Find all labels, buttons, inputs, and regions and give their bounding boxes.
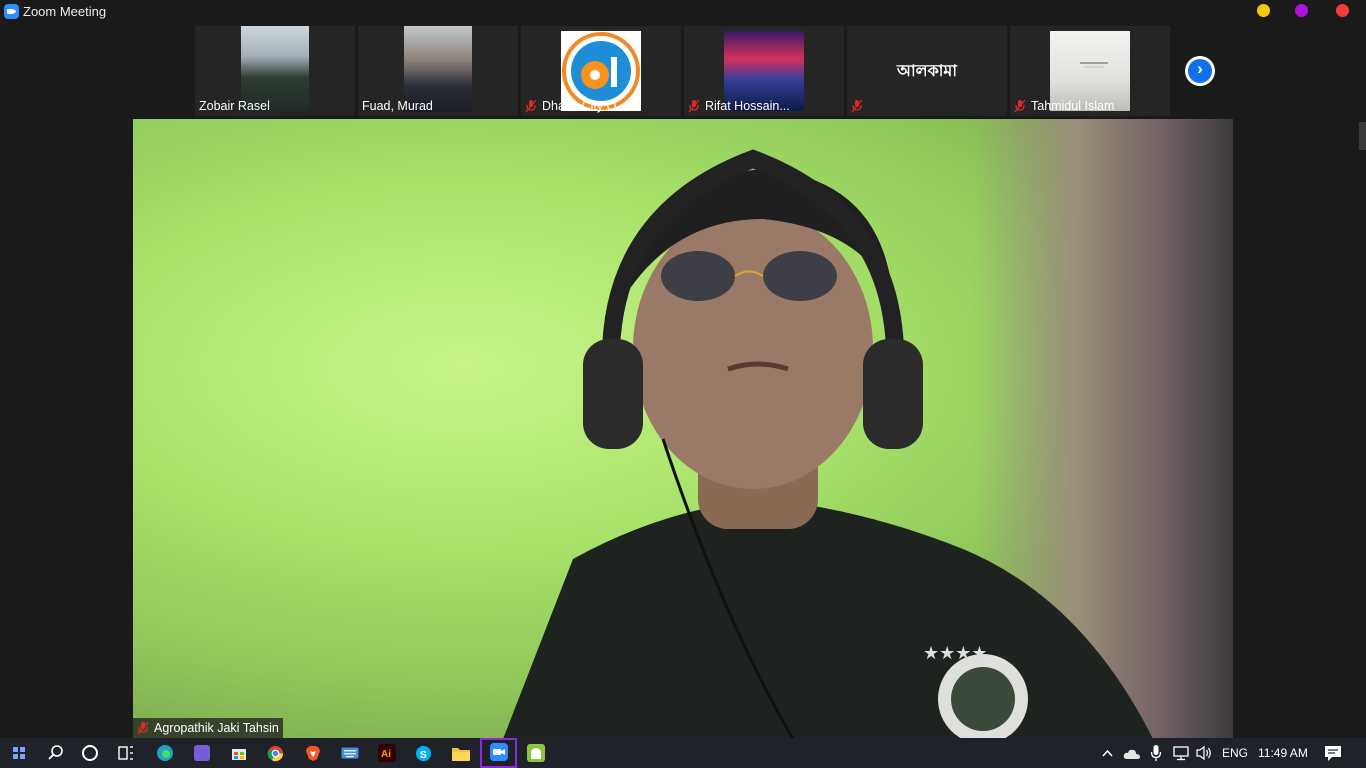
skype-taskbar-item[interactable]: S xyxy=(405,738,442,768)
search-button[interactable] xyxy=(37,738,74,768)
task-view-icon xyxy=(117,746,133,760)
brave-taskbar-item[interactable] xyxy=(294,738,331,768)
microphone-icon xyxy=(1150,745,1162,761)
mic-muted-icon xyxy=(688,99,700,113)
participant-name: Tahmidul Islam xyxy=(1031,99,1115,113)
volume-tray-icon[interactable] xyxy=(1195,745,1213,766)
speaker-icon xyxy=(1196,745,1211,761)
edge-taskbar-item[interactable] xyxy=(146,738,183,768)
participant-name-bar: Rifat Hossain... xyxy=(684,96,794,116)
side-panel-handle[interactable] xyxy=(1359,122,1366,150)
cortana-icon xyxy=(81,745,98,761)
brave-icon xyxy=(305,745,320,761)
zoom-taskbar-item[interactable] xyxy=(480,738,517,768)
chrome-taskbar-item[interactable] xyxy=(257,738,294,768)
active-speaker-video[interactable]: ★★★★ xyxy=(133,119,1233,738)
android-app-icon xyxy=(526,744,545,762)
keyboard-icon xyxy=(341,747,358,759)
network-tray-icon[interactable] xyxy=(1172,745,1190,766)
mic-muted-icon xyxy=(525,99,537,113)
store-icon xyxy=(231,749,246,760)
notifications-icon xyxy=(1325,746,1341,761)
mic-muted-icon xyxy=(1014,99,1026,113)
start-button[interactable] xyxy=(0,738,37,768)
svg-text:Ai: Ai xyxy=(381,749,391,760)
chrome-icon xyxy=(267,745,284,761)
media-taskbar-item[interactable] xyxy=(183,738,220,768)
action-center-button[interactable] xyxy=(1324,745,1342,767)
title-bar: Zoom Meeting xyxy=(0,0,1366,24)
window-title: Zoom Meeting xyxy=(23,4,107,19)
illustrator-icon: Ai xyxy=(377,744,396,762)
participant-name-bar: Tahmidul Islam xyxy=(1010,96,1118,116)
svg-text:S: S xyxy=(420,749,427,760)
onedrive-tray-icon[interactable] xyxy=(1123,747,1141,765)
mic-muted-icon xyxy=(851,99,863,113)
keyboard-taskbar-item[interactable] xyxy=(331,738,368,768)
participant-tile[interactable]: Rifat Hossain... xyxy=(684,26,844,116)
android-taskbar-item[interactable] xyxy=(517,738,554,768)
participant-name-bar: Dhaka City O... xyxy=(521,96,631,116)
folder-icon xyxy=(451,747,470,761)
speaker-figure: ★★★★ xyxy=(503,149,1153,738)
zoom-app-icon xyxy=(4,4,19,19)
file-explorer-taskbar-item[interactable] xyxy=(442,738,479,768)
next-page-button[interactable]: › xyxy=(1185,56,1215,86)
cortana-button[interactable] xyxy=(71,738,108,768)
zoom-icon xyxy=(489,743,508,761)
participant-name-bar: Zobair Rasel xyxy=(195,96,274,116)
input-language-indicator[interactable]: ENG xyxy=(1222,746,1248,760)
participant-name: Dhaka City O... xyxy=(542,99,627,113)
illustrator-taskbar-item[interactable]: Ai xyxy=(368,738,405,768)
mic-muted-icon xyxy=(137,721,149,735)
participant-name: Zobair Rasel xyxy=(199,99,270,113)
microphone-tray-icon[interactable] xyxy=(1150,744,1162,767)
network-icon xyxy=(1173,746,1189,761)
minimize-button[interactable] xyxy=(1257,4,1270,17)
participant-name-bar: Fuad, Murad xyxy=(358,96,437,116)
participant-tile[interactable]: আলকামা xyxy=(847,26,1007,116)
chevron-up-icon xyxy=(1102,749,1113,757)
participant-name: Fuad, Murad xyxy=(362,99,433,113)
active-speaker-name: Agropathik Jaki Tahsin xyxy=(154,721,279,735)
participant-tile[interactable]: Fuad, Murad xyxy=(358,26,518,116)
media-player-icon xyxy=(193,745,210,761)
cloud-icon xyxy=(1123,749,1140,759)
participant-name: Rifat Hossain... xyxy=(705,99,790,113)
participant-name-bar xyxy=(847,96,872,116)
active-speaker-name-bar: Agropathik Jaki Tahsin xyxy=(133,718,283,738)
participant-tile[interactable]: Zobair Rasel xyxy=(195,26,355,116)
windows-taskbar: Ai S ENG 11:49 AM xyxy=(0,738,1366,768)
participant-tile[interactable]: Dhaka City O... xyxy=(521,26,681,116)
show-hidden-icons-button[interactable] xyxy=(1102,746,1113,764)
maximize-button[interactable] xyxy=(1295,4,1308,17)
edge-icon xyxy=(156,745,173,761)
skype-icon: S xyxy=(415,745,432,761)
store-taskbar-item[interactable] xyxy=(220,738,257,768)
close-button[interactable] xyxy=(1336,4,1349,17)
clock[interactable]: 11:49 AM xyxy=(1258,746,1308,760)
chevron-right-icon: › xyxy=(1197,59,1203,78)
task-view-button[interactable] xyxy=(107,738,144,768)
svg-text:★★★★: ★★★★ xyxy=(923,643,988,664)
search-icon xyxy=(47,745,63,760)
windows-start-icon xyxy=(12,747,25,759)
participant-display-name: আলকামা xyxy=(897,63,957,80)
participant-tile[interactable]: Tahmidul Islam xyxy=(1010,26,1170,116)
